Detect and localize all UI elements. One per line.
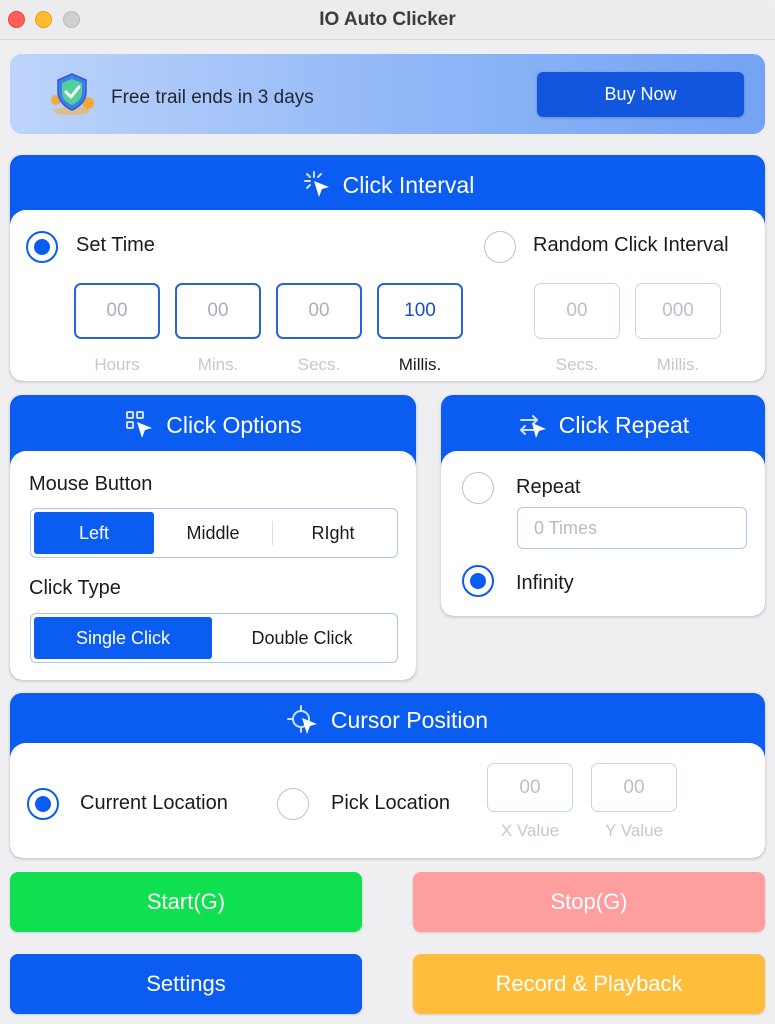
click-type-segmented: Single Click Double Click xyxy=(30,613,398,663)
random-interval-label: Random Click Interval xyxy=(533,234,729,256)
click-interval-body: Set Time Random Click Interval 00 00 00 … xyxy=(10,210,765,381)
repeat-times-input[interactable]: 0 Times xyxy=(517,507,747,549)
cursor-click-icon xyxy=(303,171,329,197)
random-millis-input[interactable]: 000 xyxy=(635,283,721,339)
double-click-segment[interactable]: Double Click xyxy=(212,617,392,659)
settings-button[interactable]: Settings xyxy=(10,954,362,1014)
x-value-input[interactable]: 00 xyxy=(487,763,573,812)
click-interval-header: Click Interval xyxy=(10,155,765,215)
minutes-caption: Mins. xyxy=(197,355,239,374)
click-options-title: Click Options xyxy=(166,411,302,438)
random-millis-caption: Millis. xyxy=(656,355,700,374)
mouse-button-label: Mouse Button xyxy=(29,473,153,495)
cursor-position-header: Cursor Position xyxy=(10,693,765,747)
click-type-label: Click Type xyxy=(29,577,121,599)
mouse-button-segmented: Left Middle RIght xyxy=(30,508,398,558)
single-click-segment[interactable]: Single Click xyxy=(34,617,212,659)
click-repeat-title: Click Repeat xyxy=(558,411,690,438)
crosshair-cursor-icon xyxy=(286,705,317,734)
millis-input[interactable]: 100 xyxy=(377,283,463,339)
click-interval-title: Click Interval xyxy=(342,171,475,198)
random-interval-radio[interactable] xyxy=(484,231,516,263)
current-location-radio[interactable] xyxy=(27,788,59,820)
trial-banner: Free trail ends in 3 days Buy Now xyxy=(10,54,765,134)
record-playback-button[interactable]: Record & Playback xyxy=(413,954,765,1014)
random-seconds-caption: Secs. xyxy=(555,355,599,374)
buy-now-button[interactable]: Buy Now xyxy=(537,72,744,117)
trial-text: Free trail ends in 3 days xyxy=(111,87,314,108)
random-seconds-input[interactable]: 00 xyxy=(534,283,620,339)
y-value-input[interactable]: 00 xyxy=(591,763,677,812)
click-options-panel: Click Options Mouse Button Left Middle R… xyxy=(10,395,416,680)
minutes-input[interactable]: 00 xyxy=(175,283,261,339)
current-location-label: Current Location xyxy=(80,792,228,814)
repeat-cursor-icon xyxy=(519,415,546,438)
hours-caption: Hours xyxy=(94,355,140,374)
infinity-label: Infinity xyxy=(516,572,574,594)
click-repeat-body: Repeat 0 Times Infinity xyxy=(441,451,765,616)
y-value-caption: Y Value xyxy=(605,821,663,840)
click-options-header: Click Options xyxy=(10,395,416,455)
pick-location-radio[interactable] xyxy=(277,788,309,820)
cursor-position-panel: Cursor Position Current Location Pick Lo… xyxy=(10,693,765,858)
mouse-middle-segment[interactable]: Middle xyxy=(154,512,272,554)
title-bar: IO Auto Clicker xyxy=(0,0,775,40)
repeat-label: Repeat xyxy=(516,476,581,498)
pick-location-label: Pick Location xyxy=(331,792,450,814)
seconds-input[interactable]: 00 xyxy=(276,283,362,339)
hours-input[interactable]: 00 xyxy=(74,283,160,339)
click-repeat-panel: Click Repeat Repeat 0 Times Infinity xyxy=(441,395,765,616)
click-interval-panel: Click Interval Set Time Random Click Int… xyxy=(10,155,765,381)
mouse-right-segment[interactable]: RIght xyxy=(273,512,393,554)
shield-check-icon xyxy=(51,73,94,115)
repeat-radio[interactable] xyxy=(462,472,494,504)
set-time-label: Set Time xyxy=(76,234,155,256)
start-button[interactable]: Start(G) xyxy=(10,872,362,932)
seconds-caption: Secs. xyxy=(297,355,341,374)
set-time-radio[interactable] xyxy=(26,231,58,263)
grid-cursor-icon xyxy=(126,411,153,438)
cursor-position-title: Cursor Position xyxy=(330,706,489,733)
window-title: IO Auto Clicker xyxy=(319,9,456,30)
mouse-left-segment[interactable]: Left xyxy=(34,512,154,554)
cursor-position-body: Current Location Pick Location 00 00 X V… xyxy=(10,743,765,858)
infinity-radio[interactable] xyxy=(462,565,494,597)
click-repeat-header: Click Repeat xyxy=(441,395,765,455)
stop-button[interactable]: Stop(G) xyxy=(413,872,765,932)
x-value-caption: X Value xyxy=(500,821,560,840)
click-options-body: Mouse Button Left Middle RIght Click Typ… xyxy=(10,451,416,680)
millis-caption: Millis. xyxy=(398,355,442,374)
